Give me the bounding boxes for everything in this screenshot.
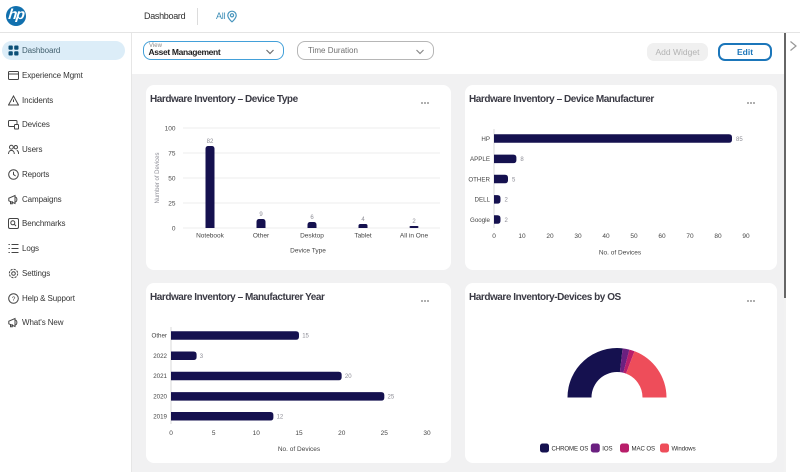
svg-text:70: 70 bbox=[686, 233, 694, 240]
svg-text:0: 0 bbox=[172, 226, 176, 233]
svg-text:50: 50 bbox=[630, 233, 638, 240]
svg-text:20: 20 bbox=[338, 430, 346, 437]
svg-text:DELL: DELL bbox=[475, 197, 491, 204]
svg-text:25: 25 bbox=[168, 201, 176, 208]
svg-text:15: 15 bbox=[302, 333, 309, 339]
svg-text:No. of Devices: No. of Devices bbox=[278, 446, 321, 453]
svg-text:Number of Devices: Number of Devices bbox=[155, 152, 161, 203]
svg-text:82: 82 bbox=[207, 139, 214, 145]
svg-text:?: ? bbox=[12, 295, 16, 302]
svg-text:All in One: All in One bbox=[400, 233, 429, 240]
svg-text:MAC OS: MAC OS bbox=[632, 445, 655, 452]
svg-text:6: 6 bbox=[310, 215, 314, 221]
svg-text:40: 40 bbox=[602, 233, 610, 240]
svg-text:2019: 2019 bbox=[153, 413, 167, 420]
svg-text:10: 10 bbox=[518, 233, 526, 240]
svg-text:No. of Devices: No. of Devices bbox=[599, 250, 642, 257]
svg-text:100: 100 bbox=[165, 126, 176, 133]
svg-text:2: 2 bbox=[412, 219, 416, 225]
svg-text:2022: 2022 bbox=[153, 352, 167, 359]
svg-text:Other: Other bbox=[152, 332, 167, 339]
svg-text:2020: 2020 bbox=[153, 393, 167, 400]
svg-text:80: 80 bbox=[714, 233, 722, 240]
svg-text:3: 3 bbox=[200, 353, 204, 359]
svg-text:Google: Google bbox=[470, 217, 491, 224]
svg-text:APPLE: APPLE bbox=[470, 156, 490, 163]
svg-text:30: 30 bbox=[423, 430, 431, 437]
svg-text:OTHER: OTHER bbox=[468, 176, 490, 183]
svg-text:8: 8 bbox=[520, 157, 524, 163]
svg-text:2: 2 bbox=[505, 198, 509, 204]
svg-text:60: 60 bbox=[658, 233, 666, 240]
svg-text:Notebook: Notebook bbox=[196, 233, 225, 240]
svg-text:Tablet: Tablet bbox=[354, 233, 372, 240]
svg-text:Desktop: Desktop bbox=[300, 233, 324, 240]
svg-text:50: 50 bbox=[168, 176, 176, 183]
svg-text:5: 5 bbox=[212, 430, 216, 437]
svg-text:Windows: Windows bbox=[672, 445, 696, 452]
svg-text:90: 90 bbox=[742, 233, 750, 240]
svg-text:Device Type: Device Type bbox=[290, 248, 326, 255]
svg-text:15: 15 bbox=[295, 430, 303, 437]
svg-text:20: 20 bbox=[546, 233, 554, 240]
svg-text:85: 85 bbox=[736, 137, 743, 143]
svg-text:0: 0 bbox=[492, 233, 496, 240]
svg-text:IOS: IOS bbox=[602, 445, 612, 452]
svg-text:2: 2 bbox=[505, 218, 509, 224]
svg-text:25: 25 bbox=[388, 394, 395, 400]
svg-text:4: 4 bbox=[361, 217, 365, 223]
svg-text:CHROME OS: CHROME OS bbox=[552, 445, 589, 452]
svg-text:10: 10 bbox=[253, 430, 261, 437]
svg-text:2021: 2021 bbox=[153, 373, 167, 380]
svg-text:HP: HP bbox=[481, 136, 490, 143]
svg-text:0: 0 bbox=[169, 430, 173, 437]
svg-text:25: 25 bbox=[381, 430, 389, 437]
svg-text:Other: Other bbox=[253, 233, 270, 240]
svg-text:75: 75 bbox=[168, 151, 176, 158]
svg-text:20: 20 bbox=[345, 374, 352, 380]
svg-text:9: 9 bbox=[259, 212, 263, 218]
svg-text:12: 12 bbox=[277, 414, 284, 420]
svg-text:5: 5 bbox=[512, 177, 516, 183]
svg-text:30: 30 bbox=[574, 233, 582, 240]
